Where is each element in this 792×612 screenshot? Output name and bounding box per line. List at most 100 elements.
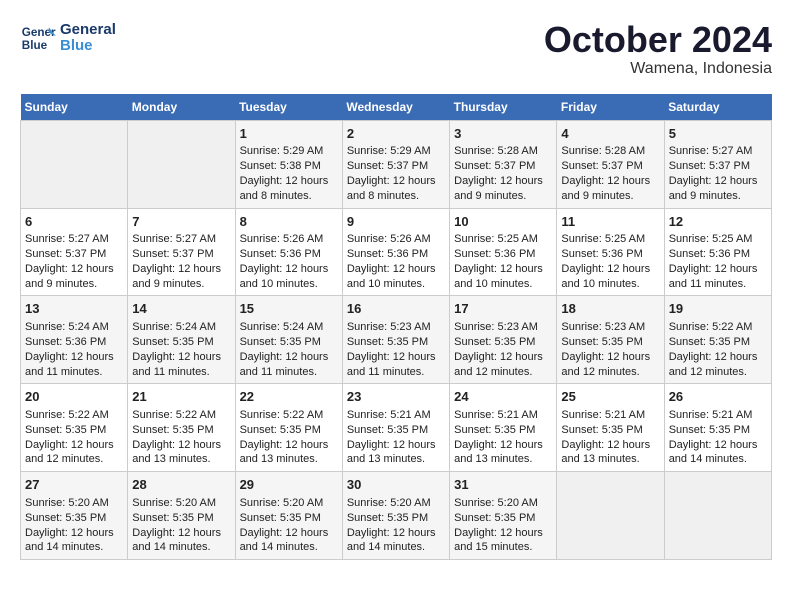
sunset-text: Sunset: 5:38 PM xyxy=(240,159,338,174)
sunset-text: Sunset: 5:35 PM xyxy=(347,511,445,526)
sunset-text: Sunset: 5:35 PM xyxy=(240,423,338,438)
calendar-cell: 30Sunrise: 5:20 AMSunset: 5:35 PMDayligh… xyxy=(342,472,449,560)
sunrise-text: Sunrise: 5:26 AM xyxy=(347,232,445,247)
calendar-cell: 13 Sunrise: 5:24 AMSunset: 5:36 PMDayligh… xyxy=(21,296,128,384)
sunset-text: Sunset: 5:35 PM xyxy=(132,511,230,526)
calendar-cell: 2Sunrise: 5:29 AMSunset: 5:37 PMDaylight… xyxy=(342,120,449,208)
daylight-text: Daylight: 12 hours and 13 minutes. xyxy=(561,438,659,468)
day-number: 24 xyxy=(454,388,552,406)
daylight-text: Daylight: 12 hours and 8 minutes. xyxy=(240,174,338,204)
header-friday: Friday xyxy=(557,94,664,121)
day-number: 13 xyxy=(25,300,123,318)
calendar-cell: 6Sunrise: 5:27 AMSunset: 5:37 PMDaylight… xyxy=(21,208,128,296)
calendar-cell: 29Sunrise: 5:20 AMSunset: 5:35 PMDayligh… xyxy=(235,472,342,560)
daylight-text: Daylight: 12 hours and 13 minutes. xyxy=(454,438,552,468)
header-thursday: Thursday xyxy=(450,94,557,121)
day-number: 12 xyxy=(669,213,767,231)
logo-text-general: General xyxy=(60,22,116,39)
sunset-text: Sunset: 5:35 PM xyxy=(454,423,552,438)
calendar-cell: 1Sunrise: 5:29 AMSunset: 5:38 PMDaylight… xyxy=(235,120,342,208)
sunrise-text: Sunrise: 5:21 AM xyxy=(454,408,552,423)
page-header: General Blue General Blue October 2024 W… xyxy=(20,20,772,78)
sunrise-text: Sunrise: 5:28 AM xyxy=(561,144,659,159)
sunset-text: Sunset: 5:35 PM xyxy=(240,335,338,350)
calendar-cell: 8Sunrise: 5:26 AMSunset: 5:36 PMDaylight… xyxy=(235,208,342,296)
sunrise-text: Sunrise: 5:22 AM xyxy=(669,320,767,335)
day-number: 30 xyxy=(347,476,445,494)
sunrise-text: Sunrise: 5:22 AM xyxy=(132,408,230,423)
sunrise-text: Sunrise: 5:22 AM xyxy=(25,408,123,423)
day-number: 8 xyxy=(240,213,338,231)
daylight-text: Daylight: 12 hours and 12 minutes. xyxy=(25,438,123,468)
sunrise-text: Sunrise: 5:26 AM xyxy=(240,232,338,247)
daylight-text: Daylight: 12 hours and 14 minutes. xyxy=(25,526,123,556)
calendar-cell: 25Sunrise: 5:21 AMSunset: 5:35 PMDayligh… xyxy=(557,384,664,472)
sunset-text: Sunset: 5:35 PM xyxy=(132,423,230,438)
calendar-cell: 20Sunrise: 5:22 AMSunset: 5:35 PMDayligh… xyxy=(21,384,128,472)
calendar-cell xyxy=(128,120,235,208)
day-number: 20 xyxy=(25,388,123,406)
day-number: 11 xyxy=(561,213,659,231)
title-area: October 2024 Wamena, Indonesia xyxy=(544,20,772,78)
sunrise-text: Sunrise: 5:20 AM xyxy=(25,496,123,511)
sunset-text: Sunset: 5:35 PM xyxy=(347,423,445,438)
header-sunday: Sunday xyxy=(21,94,128,121)
sunrise-text: Sunrise: 5:25 AM xyxy=(669,232,767,247)
month-title: October 2024 xyxy=(544,20,772,60)
day-number: 9 xyxy=(347,213,445,231)
day-number: 4 xyxy=(561,125,659,143)
sunrise-text: Sunrise: 5:21 AM xyxy=(669,408,767,423)
sunrise-text: Sunrise: 5:20 AM xyxy=(132,496,230,511)
calendar-cell: 22Sunrise: 5:22 AMSunset: 5:35 PMDayligh… xyxy=(235,384,342,472)
sunrise-text: Sunrise: 5:23 AM xyxy=(347,320,445,335)
calendar-cell: 17Sunrise: 5:23 AMSunset: 5:35 PMDayligh… xyxy=(450,296,557,384)
sunset-text: Sunset: 5:36 PM xyxy=(454,247,552,262)
calendar-cell: 15Sunrise: 5:24 AMSunset: 5:35 PMDayligh… xyxy=(235,296,342,384)
sunset-text: Sunset: 5:35 PM xyxy=(454,335,552,350)
daylight-text: Daylight: 12 hours and 13 minutes. xyxy=(132,438,230,468)
calendar-cell: 10Sunrise: 5:25 AMSunset: 5:36 PMDayligh… xyxy=(450,208,557,296)
calendar-cell xyxy=(664,472,771,560)
sunset-text: Sunset: 5:37 PM xyxy=(561,159,659,174)
daylight-text: Daylight: 12 hours and 11 minutes. xyxy=(132,350,230,380)
calendar-cell: 24 Sunrise: 5:21 AMSunset: 5:35 PMDayligh… xyxy=(450,384,557,472)
calendar-cell: 14Sunrise: 5:24 AMSunset: 5:35 PMDayligh… xyxy=(128,296,235,384)
day-number: 19 xyxy=(669,300,767,318)
logo-text-blue: Blue xyxy=(60,38,116,55)
daylight-text: Daylight: 12 hours and 10 minutes. xyxy=(347,262,445,292)
calendar-week-row: 6Sunrise: 5:27 AMSunset: 5:37 PMDaylight… xyxy=(21,208,772,296)
day-number: 10 xyxy=(454,213,552,231)
calendar-week-row: 1Sunrise: 5:29 AMSunset: 5:38 PMDaylight… xyxy=(21,120,772,208)
daylight-text: Daylight: 12 hours and 9 minutes. xyxy=(561,174,659,204)
calendar-cell xyxy=(557,472,664,560)
calendar-cell: 9Sunrise: 5:26 AMSunset: 5:36 PMDaylight… xyxy=(342,208,449,296)
day-number: 18 xyxy=(561,300,659,318)
sunrise-text: Sunrise: 5:25 AM xyxy=(561,232,659,247)
header-saturday: Saturday xyxy=(664,94,771,121)
sunset-text: Sunset: 5:35 PM xyxy=(25,511,123,526)
sunset-text: Sunset: 5:35 PM xyxy=(240,511,338,526)
sunrise-text: Sunrise: 5:24 AM xyxy=(240,320,338,335)
logo-icon: General Blue xyxy=(20,20,56,56)
sunrise-text: Sunrise: 5:24 AM xyxy=(25,320,123,335)
calendar-cell: 4Sunrise: 5:28 AMSunset: 5:37 PMDaylight… xyxy=(557,120,664,208)
calendar-cell: 26Sunrise: 5:21 AMSunset: 5:35 PMDayligh… xyxy=(664,384,771,472)
sunrise-text: Sunrise: 5:28 AM xyxy=(454,144,552,159)
sunset-text: Sunset: 5:37 PM xyxy=(347,159,445,174)
daylight-text: Daylight: 12 hours and 12 minutes. xyxy=(454,350,552,380)
calendar-cell: 5Sunrise: 5:27 AMSunset: 5:37 PMDaylight… xyxy=(664,120,771,208)
day-number: 22 xyxy=(240,388,338,406)
sunrise-text: Sunrise: 5:24 AM xyxy=(132,320,230,335)
sunrise-text: Sunrise: 5:23 AM xyxy=(561,320,659,335)
sunrise-text: Sunrise: 5:29 AM xyxy=(347,144,445,159)
sunset-text: Sunset: 5:37 PM xyxy=(132,247,230,262)
sunset-text: Sunset: 5:37 PM xyxy=(454,159,552,174)
daylight-text: Daylight: 12 hours and 11 minutes. xyxy=(240,350,338,380)
sunset-text: Sunset: 5:37 PM xyxy=(25,247,123,262)
calendar-week-row: 27Sunrise: 5:20 AMSunset: 5:35 PMDayligh… xyxy=(21,472,772,560)
calendar-cell: 31Sunrise: 5:20 AMSunset: 5:35 PMDayligh… xyxy=(450,472,557,560)
day-number: 16 xyxy=(347,300,445,318)
sunrise-text: Sunrise: 5:21 AM xyxy=(347,408,445,423)
daylight-text: Daylight: 12 hours and 11 minutes. xyxy=(25,350,123,380)
sunset-text: Sunset: 5:36 PM xyxy=(25,335,123,350)
